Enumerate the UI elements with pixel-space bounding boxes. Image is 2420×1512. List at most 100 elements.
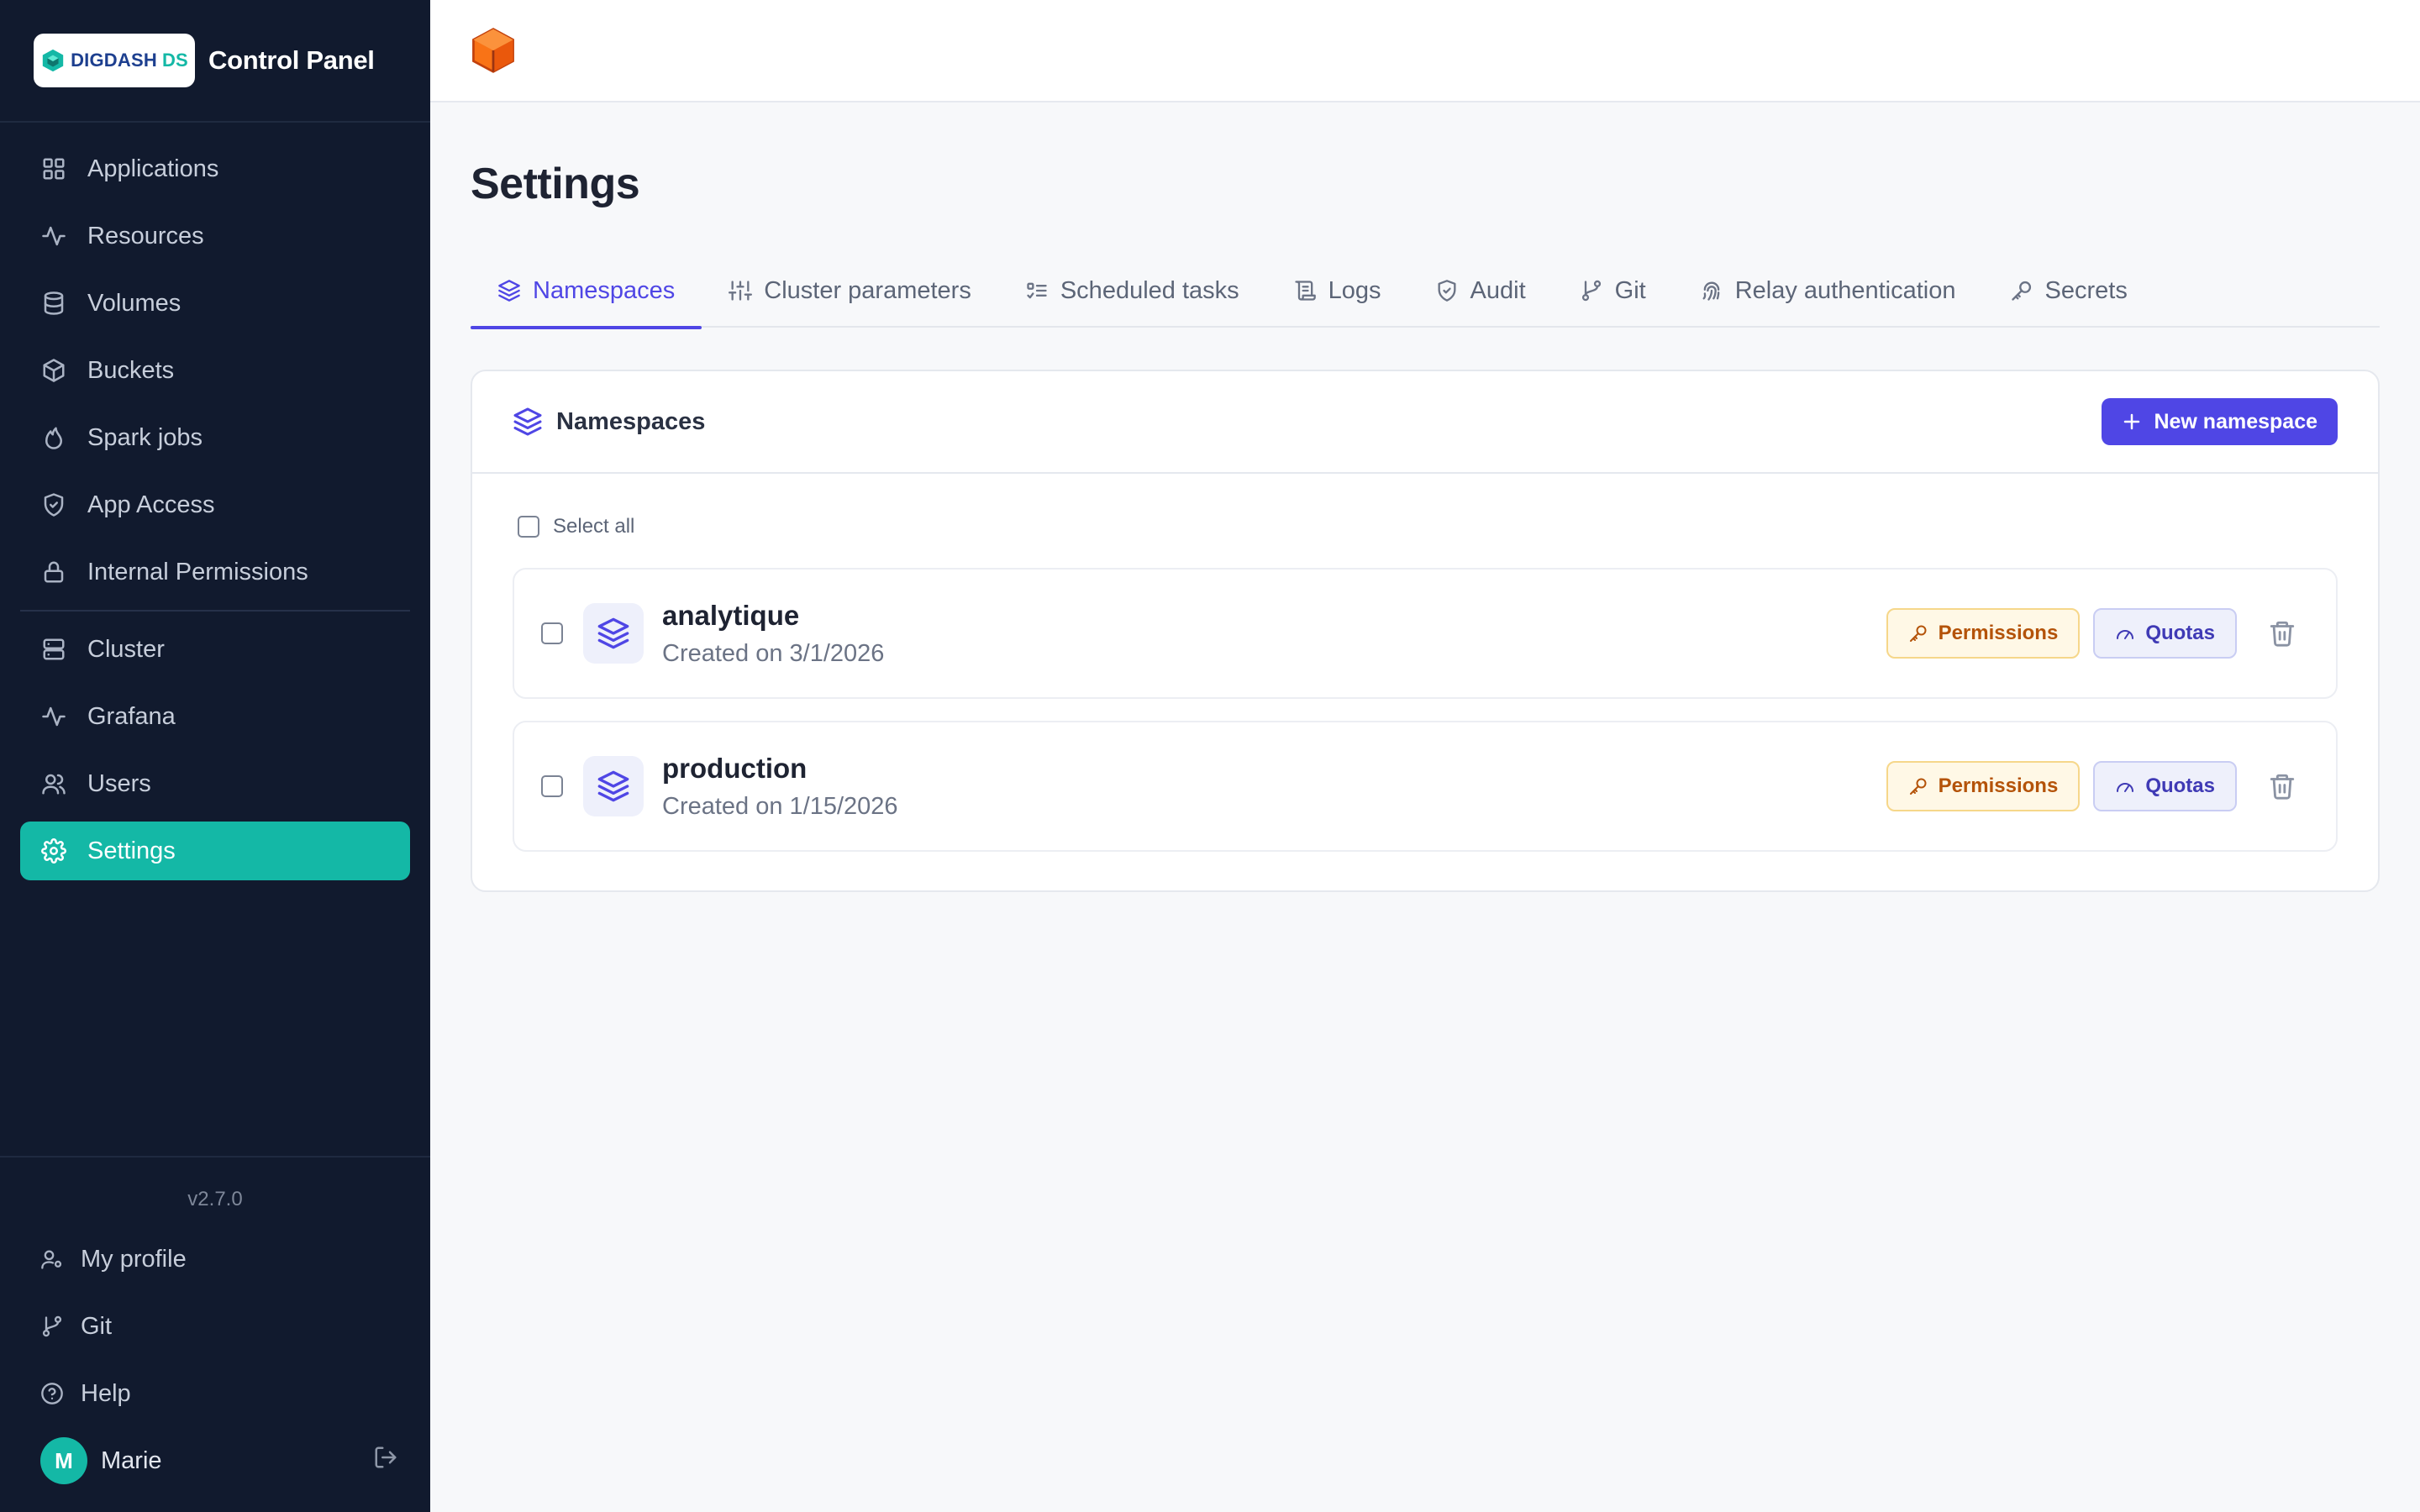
namespace-row: analytique Created on 3/1/2026 Permissio… <box>513 568 2338 699</box>
tab-cluster-parameters[interactable]: Cluster parameters <box>702 254 998 328</box>
scroll-icon <box>1294 281 1316 301</box>
sidebar-item-help[interactable]: Help <box>20 1364 410 1423</box>
sidebar-item-volumes[interactable]: Volumes <box>20 274 410 333</box>
trash-icon <box>2270 774 2295 800</box>
activity-icon <box>42 226 66 246</box>
grid-icon <box>43 158 65 180</box>
sidebar: DIGDASH DS Control Panel Applications Res… <box>0 0 430 1512</box>
page-content: Settings Namespaces Cluster parameters S… <box>430 102 2420 892</box>
tab-label: Git <box>1614 276 1646 304</box>
sidebar-item-label: Resources <box>87 222 204 249</box>
namespace-created: Created on 1/15/2026 <box>662 792 898 820</box>
users-icon <box>42 774 66 795</box>
tab-label: Scheduled tasks <box>1060 276 1239 304</box>
select-all-checkbox[interactable] <box>518 516 539 538</box>
sidebar-item-git[interactable]: Git <box>20 1297 410 1356</box>
sidebar-item-my-profile[interactable]: My profile <box>20 1230 410 1289</box>
quotas-label: Quotas <box>2145 622 2215 644</box>
card-header: Namespaces New namespace <box>472 371 2378 474</box>
tab-scheduled-tasks[interactable]: Scheduled tasks <box>998 254 1266 328</box>
sidebar-item-cluster[interactable]: Cluster <box>20 620 410 679</box>
brand-logo[interactable]: DIGDASH DS <box>34 34 195 87</box>
logout-button[interactable] <box>373 1445 398 1477</box>
quotas-button[interactable]: Quotas <box>2093 761 2237 811</box>
delete-button[interactable] <box>2259 763 2306 810</box>
sidebar-header: DIGDASH DS Control Panel <box>0 0 430 123</box>
gauge-icon <box>2117 783 2134 792</box>
sidebar-divider <box>20 610 410 612</box>
sidebar-item-label: Cluster <box>87 635 165 663</box>
sidebar-item-spark-jobs[interactable]: Spark jobs <box>20 408 410 467</box>
avatar[interactable]: M <box>40 1437 87 1484</box>
logo-text: DIGDASH DS <box>71 50 188 71</box>
delete-button[interactable] <box>2259 610 2306 657</box>
key-icon <box>1909 778 1927 795</box>
sidebar-item-internal-permissions[interactable]: Internal Permissions <box>20 543 410 601</box>
tab-label: Cluster parameters <box>764 276 971 304</box>
permissions-label: Permissions <box>1938 622 2059 644</box>
page-title: Settings <box>471 160 640 208</box>
git-branch-icon <box>42 1315 62 1337</box>
namespace-icon-badge <box>583 603 644 664</box>
sidebar-item-app-access[interactable]: App Access <box>20 475 410 534</box>
permissions-button[interactable]: Permissions <box>1886 761 2081 811</box>
user-row: M Marie <box>20 1431 410 1490</box>
top-bar <box>430 0 2420 102</box>
sidebar-item-resources[interactable]: Resources <box>20 207 410 265</box>
tab-secrets[interactable]: Secrets <box>1983 254 2154 328</box>
sidebar-item-label: Buckets <box>87 356 175 384</box>
quotas-label: Quotas <box>2145 774 2215 797</box>
key-icon <box>2011 281 2031 301</box>
tab-namespaces[interactable]: Namespaces <box>471 254 702 329</box>
list-check-icon <box>1027 282 1047 299</box>
help-circle-icon <box>41 1383 63 1404</box>
permissions-button[interactable]: Permissions <box>1886 608 2081 659</box>
sidebar-item-users[interactable]: Users <box>20 754 410 813</box>
sidebar-item-settings[interactable]: Settings <box>20 822 410 880</box>
sidebar-item-label: Grafana <box>87 702 176 730</box>
fingerprint-icon <box>1702 281 1720 301</box>
sidebar-nav: Applications Resources Volumes Buckets S… <box>0 123 430 889</box>
card-title-label: Namespaces <box>556 407 706 435</box>
sidebar-item-label: Spark jobs <box>87 423 203 451</box>
row-checkbox[interactable] <box>541 622 563 644</box>
tab-label: Relay authentication <box>1734 276 1956 304</box>
sidebar-item-label: Users <box>87 769 151 797</box>
sidebar-item-grafana[interactable]: Grafana <box>20 687 410 746</box>
logo-main-text: DIGDASH <box>71 50 157 71</box>
namespace-info: analytique Created on 3/1/2026 <box>662 600 884 668</box>
tab-label: Audit <box>1470 276 1526 304</box>
tab-audit[interactable]: Audit <box>1408 254 1553 328</box>
footer-item-label: Help <box>81 1379 131 1407</box>
logo-suffix-text: DS <box>161 50 188 71</box>
sidebar-item-label: Volumes <box>87 289 182 317</box>
database-icon <box>44 291 64 315</box>
key-icon <box>1909 625 1927 642</box>
cube-logo-icon[interactable] <box>469 26 518 75</box>
new-namespace-button[interactable]: New namespace <box>2102 398 2338 445</box>
new-namespace-label: New namespace <box>2154 409 2317 433</box>
flame-icon <box>45 427 62 449</box>
sliders-icon <box>729 281 753 301</box>
tab-label: Logs <box>1328 276 1381 304</box>
namespace-icon-badge <box>583 756 644 816</box>
row-actions: Permissions Quotas <box>1886 608 2306 659</box>
row-checkbox[interactable] <box>541 775 563 797</box>
quotas-button[interactable]: Quotas <box>2093 608 2237 659</box>
select-all[interactable]: Select all <box>518 514 2338 539</box>
shield-check-icon <box>1438 280 1456 302</box>
user-name: Marie <box>101 1446 162 1474</box>
tab-logs[interactable]: Logs <box>1266 254 1408 328</box>
tab-git[interactable]: Git <box>1553 254 1673 328</box>
logout-icon <box>375 1446 397 1468</box>
trash-icon <box>2270 621 2295 647</box>
sidebar-item-applications[interactable]: Applications <box>20 139 410 198</box>
namespace-created: Created on 3/1/2026 <box>662 639 885 667</box>
main-area: Settings Namespaces Cluster parameters S… <box>430 0 2420 1512</box>
permissions-label: Permissions <box>1938 774 2059 797</box>
sidebar-item-buckets[interactable]: Buckets <box>20 341 410 400</box>
server-icon <box>43 638 65 660</box>
tab-label: Secrets <box>2044 276 2128 304</box>
tab-relay-authentication[interactable]: Relay authentication <box>1673 254 1983 328</box>
footer-item-label: Git <box>81 1312 113 1340</box>
